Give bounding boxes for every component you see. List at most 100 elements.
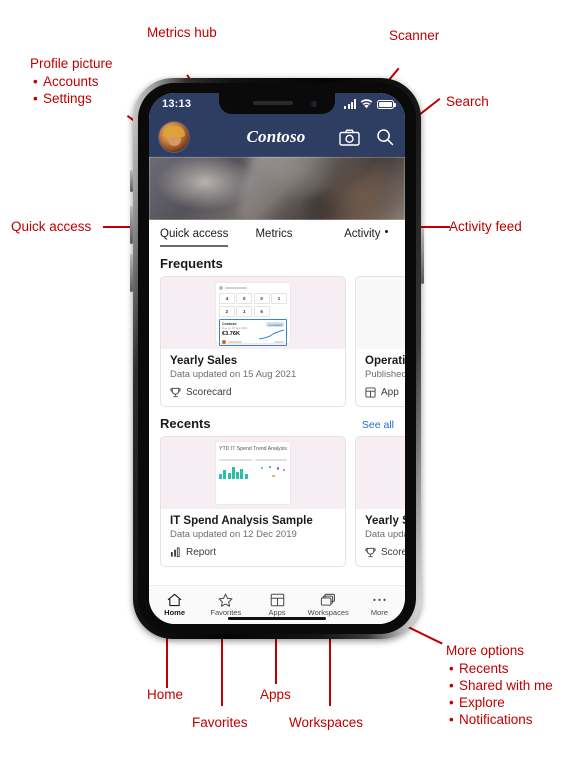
- annotation-search: Search: [446, 93, 489, 110]
- annotation-bullet: Notifications: [449, 711, 553, 728]
- card-row-frequents: 4001 216 Completed Contoso Due on 15 Sep…: [149, 276, 405, 407]
- card-type-label: App: [381, 387, 399, 398]
- front-camera-icon: [311, 100, 317, 107]
- notch: [219, 93, 335, 114]
- card-type-label: Report: [186, 547, 217, 558]
- app-header-actions: [338, 117, 396, 157]
- card-thumbnail: YTD IT Spend Trend Analysis: [161, 437, 345, 509]
- content-scroll-area[interactable]: Frequents 4001 216 Completed Contoso Due…: [149, 247, 405, 576]
- annotation-activity-feed: Activity feed: [449, 218, 522, 235]
- annotation-title: Quick access: [11, 219, 92, 234]
- card-title: Yearly Sales: [170, 355, 238, 367]
- annotation-metrics-hub: Metrics hub: [147, 24, 217, 41]
- annotation-more-options: More options Recents Shared with me Expl…: [446, 642, 553, 728]
- card-type-label: Scorecard: [186, 387, 232, 398]
- annotation-title: Activity feed: [449, 219, 522, 234]
- card-body: Yearly Sales Data updated on 15 Aug 2021…: [161, 349, 345, 406]
- power-button[interactable]: [421, 228, 424, 284]
- nav-item-favorites[interactable]: Favorites: [200, 593, 251, 617]
- card-item[interactable]: YTD IT Spend Trend Analysis IT Spend Ana…: [160, 436, 346, 567]
- home-icon: [167, 593, 182, 607]
- annotation-bullet: Shared with me: [449, 677, 553, 694]
- camera-scanner-icon[interactable]: [338, 126, 360, 148]
- annotation-workspaces: Workspaces: [289, 714, 363, 731]
- card-item[interactable]: Operations Published by App: [355, 276, 405, 407]
- see-all-link[interactable]: See all: [362, 419, 394, 431]
- report-icon: [170, 547, 180, 558]
- phone-mockup: 13:13 Contoso Quick access Metrics Activ…: [130, 78, 424, 639]
- card-subtitle: Data updated on: [365, 529, 405, 540]
- silent-switch[interactable]: [130, 170, 133, 192]
- section-header-recents: Recents See all: [149, 407, 405, 436]
- card-title: IT Spend Analysis Sample: [170, 515, 313, 527]
- annotation-favorites: Favorites: [192, 714, 248, 731]
- profile-avatar[interactable]: [159, 122, 189, 152]
- ellipsis-icon: [373, 598, 386, 602]
- card-body: Operations Published by App: [356, 349, 405, 406]
- nav-item-more[interactable]: More: [354, 593, 405, 617]
- section-header-frequents: Frequents: [149, 247, 405, 276]
- annotation-home: Home: [147, 686, 183, 703]
- star-icon: [218, 593, 233, 607]
- search-icon[interactable]: [374, 126, 396, 148]
- section-title: Recents: [160, 416, 211, 431]
- card-subtitle: Data updated on 15 Aug 2021: [170, 369, 297, 380]
- tab-quick-access[interactable]: Quick access: [149, 220, 236, 247]
- nav-item-workspaces[interactable]: Workspaces: [303, 593, 354, 617]
- nav-item-home[interactable]: Home: [149, 593, 200, 617]
- card-type-label: Scorecard: [381, 547, 405, 558]
- nav-item-label: More: [370, 608, 388, 617]
- card-title: Operations: [365, 355, 405, 367]
- cellular-bars-icon: [344, 99, 356, 109]
- card-thumbnail: [356, 437, 405, 509]
- section-title: Frequents: [160, 256, 223, 271]
- card-subtitle: Data updated on 12 Dec 2019: [170, 529, 297, 540]
- card-type: Report: [170, 547, 336, 558]
- annotation-title: Search: [446, 94, 489, 109]
- card-type: Scorecard: [365, 547, 405, 558]
- phone-screen: 13:13 Contoso Quick access Metrics Activ…: [149, 93, 405, 624]
- annotation-quick-access: Quick access: [11, 218, 91, 235]
- annotation-bullet: Settings: [33, 90, 113, 107]
- status-indicators: [344, 99, 396, 109]
- volume-down-button[interactable]: [130, 254, 133, 292]
- nav-item-apps[interactable]: Apps: [251, 593, 302, 617]
- annotation-title: More options: [446, 643, 525, 658]
- annotation-title: Favorites: [192, 715, 248, 730]
- scorecard-thumb: 4001 216 Completed Contoso Due on 15 Sep…: [216, 283, 290, 346]
- section-header-recommended: Recommended See all: [149, 567, 405, 576]
- annotation-profile-picture: Profile picture Accounts Settings: [30, 55, 113, 107]
- volume-up-button[interactable]: [130, 206, 133, 244]
- annotation-title: Profile picture: [30, 56, 113, 71]
- card-row-recents: YTD IT Spend Trend Analysis IT Spend Ana…: [149, 436, 405, 567]
- tab-label: Activity: [344, 227, 381, 240]
- status-time: 13:13: [162, 98, 192, 110]
- card-item[interactable]: 4001 216 Completed Contoso Due on 15 Sep…: [160, 276, 346, 407]
- apps-grid-icon: [270, 593, 284, 607]
- annotation-title: Scanner: [389, 28, 440, 43]
- card-subtitle: Published by: [365, 369, 405, 380]
- activity-badge-dot: [384, 229, 388, 234]
- wifi-icon: [360, 99, 373, 109]
- tab-metrics[interactable]: Metrics: [236, 220, 312, 247]
- tab-activity[interactable]: Activity: [312, 220, 405, 247]
- card-type: App: [365, 387, 405, 398]
- card-type: Scorecard: [170, 387, 336, 398]
- report-thumb: YTD IT Spend Trend Analysis: [216, 442, 290, 504]
- annotation-bullet: Explore: [449, 694, 553, 711]
- annotation-title: Metrics hub: [147, 25, 217, 40]
- workspaces-icon: [321, 593, 336, 606]
- header-banner-image: [149, 157, 405, 220]
- annotation-bullet: Accounts: [33, 73, 113, 90]
- home-indicator[interactable]: [228, 616, 326, 620]
- annotation-scanner: Scanner: [389, 27, 439, 44]
- report-thumb-title: YTD IT Spend Trend Analysis: [219, 446, 287, 452]
- tab-label: Metrics: [255, 227, 293, 240]
- scorecard-icon: [170, 387, 181, 398]
- annotation-apps: Apps: [260, 686, 291, 703]
- card-item[interactable]: Yearly Sales Data updated on Scorecard: [355, 436, 405, 567]
- earpiece-speaker-icon: [253, 101, 293, 105]
- card-thumbnail: 4001 216 Completed Contoso Due on 15 Sep…: [161, 277, 345, 349]
- tab-label: Quick access: [160, 227, 229, 240]
- annotation-bullet: Recents: [449, 660, 553, 677]
